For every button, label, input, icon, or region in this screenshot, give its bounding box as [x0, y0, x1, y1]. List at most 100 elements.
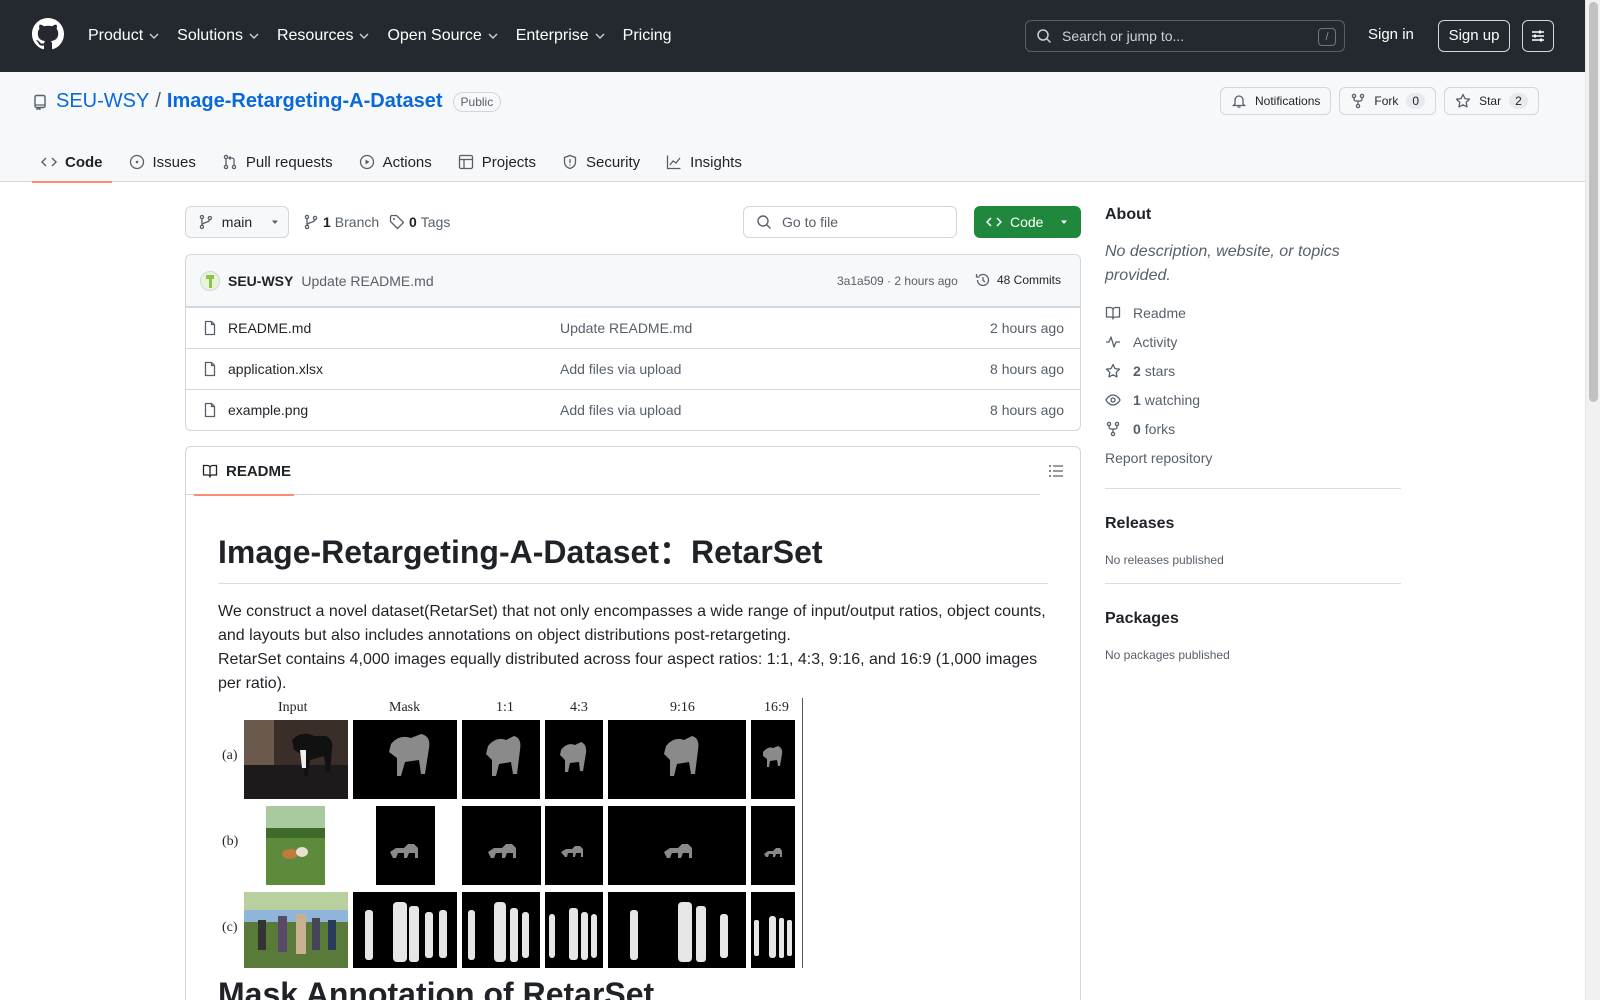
global-search-input[interactable]: Search or jump to... /	[1025, 20, 1345, 52]
file-row[interactable]: README.md Update README.md 2 hours ago	[186, 307, 1080, 348]
activity-link[interactable]: Activity	[1105, 327, 1401, 356]
fork-button[interactable]: Fork 0	[1339, 87, 1437, 115]
packages-empty-text: No packages published	[1105, 648, 1230, 662]
file-commit-message[interactable]: Update README.md	[560, 320, 692, 336]
repo-header: SEU-WSY / Image-Retargeting-A-Dataset Pu…	[0, 72, 1585, 183]
tags-link[interactable]: 0 Tags	[389, 214, 450, 230]
nav-solutions[interactable]: Solutions	[177, 27, 259, 45]
readme-tab-label: README	[226, 462, 292, 480]
pulse-icon	[1106, 335, 1120, 348]
nav-label: Enterprise	[515, 27, 589, 44]
page-scrollbar[interactable]	[1585, 0, 1600, 1000]
figure-column-label: 16:9	[764, 700, 789, 715]
nav-pricing[interactable]: Pricing	[623, 27, 672, 45]
watching-label: watching	[1144, 391, 1201, 408]
commits-history-link[interactable]: 48 Commits	[975, 272, 1061, 288]
releases-heading[interactable]: Releases	[1105, 515, 1401, 533]
tab-code[interactable]: Code	[32, 142, 112, 183]
mask-cell	[608, 720, 746, 799]
chevron-down-icon	[149, 33, 159, 39]
mask-cell	[608, 806, 746, 885]
readme-header: README	[186, 447, 1040, 496]
mask-cell	[608, 892, 746, 968]
input-photo-dog	[244, 720, 348, 799]
tab-pull-requests[interactable]: Pull requests	[213, 142, 342, 182]
go-to-file-input[interactable]: Go to file	[743, 206, 957, 238]
visibility-badge: Public	[452, 91, 502, 112]
commit-count-label: 48 Commits	[997, 273, 1062, 287]
global-header: Product Solutions Resources Open Source …	[0, 0, 1585, 72]
report-label: Report repository	[1105, 449, 1213, 466]
nav-label: Resources	[276, 27, 354, 44]
repo-title: SEU-WSY / Image-Retargeting-A-Dataset Pu…	[32, 90, 502, 113]
tab-insights[interactable]: Insights	[657, 142, 751, 182]
file-row[interactable]: example.png Add files via upload 8 hours…	[186, 389, 1080, 430]
chevron-down-icon	[249, 33, 259, 39]
file-icon	[204, 320, 216, 336]
tag-icon	[389, 214, 405, 230]
notifications-button[interactable]: Notifications	[1220, 87, 1332, 115]
list-unordered-icon[interactable]	[1048, 463, 1064, 479]
star-button[interactable]: Star 2	[1444, 87, 1539, 115]
code-dropdown-button[interactable]: Code	[974, 206, 1081, 238]
commit-message-link[interactable]: Update README.md	[301, 273, 433, 289]
tab-projects[interactable]: Projects	[449, 142, 545, 182]
avatar[interactable]	[200, 270, 220, 291]
mask-cell	[462, 892, 540, 968]
file-commit-time: 2 hours ago	[990, 320, 1064, 336]
nav-enterprise[interactable]: Enterprise	[516, 27, 605, 45]
nav-label: Pricing	[622, 27, 672, 44]
file-commit-message[interactable]: Add files via upload	[560, 402, 681, 418]
tab-issues[interactable]: Issues	[120, 142, 205, 182]
nav-resources[interactable]: Resources	[277, 27, 369, 45]
nav-label: Product	[88, 27, 144, 44]
watching-link[interactable]: 1 watching	[1105, 385, 1401, 414]
tab-label: Actions	[382, 153, 432, 171]
figure-column-label: Input	[278, 700, 308, 715]
search-icon	[1037, 29, 1052, 44]
commit-author-link[interactable]: SEU-WSY	[228, 273, 293, 289]
branch-toolbar: main 1 Branch 0 Tags Go to file Code	[185, 206, 1081, 238]
report-repository-link[interactable]: Report repository	[1105, 443, 1401, 472]
repo-owner-link[interactable]: SEU-WSY	[56, 90, 149, 113]
mask-cell	[751, 720, 795, 799]
readme-title: Image-Retargeting-A-Dataset：RetarSet	[218, 527, 1048, 584]
file-row[interactable]: application.xlsx Add files via upload 8 …	[186, 348, 1080, 389]
watching-count: 1	[1133, 391, 1141, 408]
fork-icon	[1106, 421, 1120, 436]
readme-link[interactable]: Readme	[1105, 298, 1401, 327]
mask-cell	[353, 892, 457, 968]
forks-link[interactable]: 0 forks	[1105, 414, 1401, 443]
code-icon	[41, 157, 57, 167]
readme-tab[interactable]: README	[194, 447, 294, 496]
file-name-link[interactable]: application.xlsx	[228, 361, 323, 377]
commit-hash-time[interactable]: 3a1a509 · 2 hours ago	[837, 274, 958, 288]
scrollbar-thumb[interactable]	[1589, 2, 1598, 402]
packages-heading[interactable]: Packages	[1105, 610, 1401, 628]
git-branch-icon	[199, 214, 213, 230]
github-logo-icon[interactable]	[32, 18, 64, 50]
repo-separator: /	[155, 90, 161, 112]
file-name-link[interactable]: README.md	[228, 320, 311, 336]
readme-paragraph-1: We construct a novel dataset(RetarSet) t…	[218, 603, 1046, 644]
nav-open-source[interactable]: Open Source	[387, 27, 498, 45]
about-heading: About	[1105, 206, 1152, 223]
file-name-link[interactable]: example.png	[228, 402, 308, 418]
tab-label: Projects	[481, 153, 536, 171]
tab-actions[interactable]: Actions	[350, 142, 441, 182]
nav-product[interactable]: Product	[88, 27, 159, 45]
file-commit-message[interactable]: Add files via upload	[560, 361, 681, 377]
sign-up-button[interactable]: Sign up	[1438, 20, 1510, 52]
bell-icon	[1231, 95, 1247, 108]
mask-cell	[462, 720, 540, 799]
tab-security[interactable]: Security	[553, 142, 649, 182]
example-figure: Input Mask 1:1 4:3 9:16 16:9 (a) (b) (c)	[218, 698, 804, 968]
repo-name-link[interactable]: Image-Retargeting-A-Dataset	[167, 90, 443, 113]
figure-column-label: Mask	[389, 700, 421, 715]
input-photo-people	[244, 892, 348, 968]
branches-link[interactable]: 1 Branch	[303, 214, 379, 230]
branch-select-button[interactable]: main	[185, 206, 289, 238]
sign-in-link[interactable]: Sign in	[1368, 26, 1414, 43]
menu-button[interactable]	[1522, 20, 1554, 52]
stars-link[interactable]: 2 stars	[1105, 356, 1401, 385]
